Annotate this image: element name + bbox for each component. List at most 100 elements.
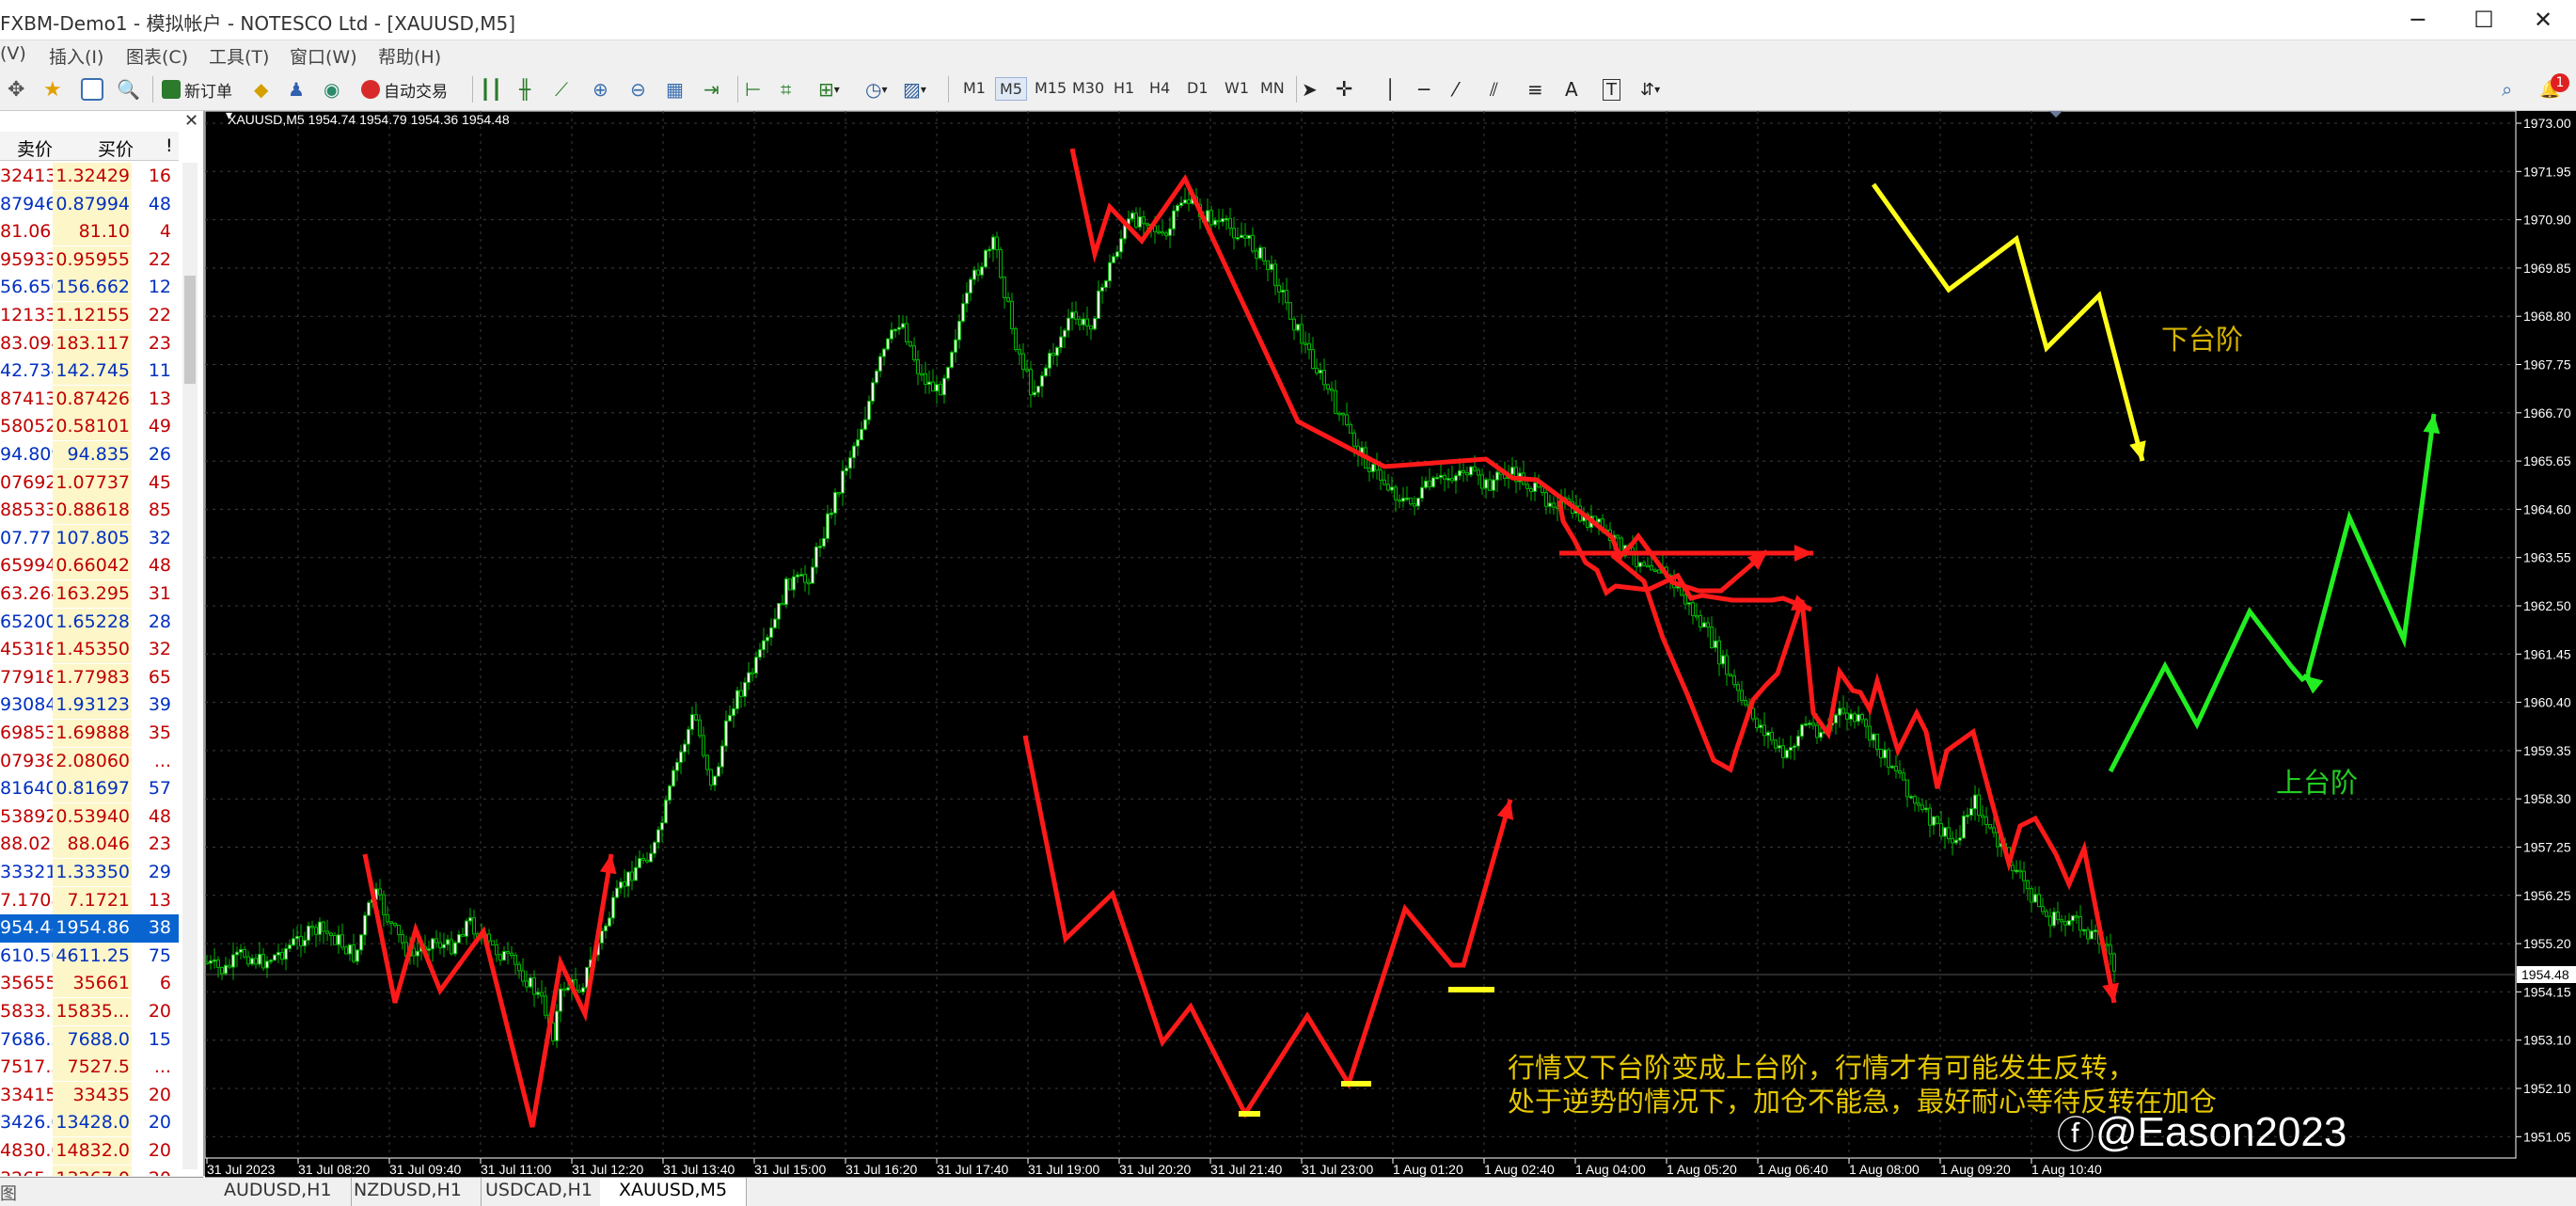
market-watch-row[interactable]: 07.773 107.805 32 xyxy=(0,524,179,553)
market-watch-row[interactable]: 610.50 4611.25 75 xyxy=(0,942,179,971)
market-watch-row[interactable]: 45318 1.45350 32 xyxy=(0,636,179,664)
market-watch-row[interactable]: 7686.5 7688.0 15 xyxy=(0,1025,179,1055)
chart-window[interactable]: 1973.00 1971.95 1970.90 1969.85 1968.80 1967.… xyxy=(204,107,2576,1177)
tab-usdcad[interactable]: USDCAD,H1 xyxy=(466,1178,612,1206)
bid-header[interactable]: 卖价 xyxy=(17,135,53,161)
arrows-button[interactable]: ⇵ ▾ xyxy=(1640,75,1660,103)
market-watch-row[interactable]: 3426.0 13428.0 20 xyxy=(0,1109,179,1137)
market-watch-row[interactable]: 63.264 163.295 31 xyxy=(0,580,179,609)
templates-button[interactable]: ⊞ ▾ xyxy=(818,75,840,103)
market-watch-row[interactable]: 7517.5 7527.5... xyxy=(0,1054,179,1082)
new-order-button[interactable]: 新订单 xyxy=(162,75,232,103)
line-chart-button[interactable]: ⟋ xyxy=(555,75,568,103)
ask-header[interactable]: 买价 xyxy=(98,135,134,161)
timeframe-m5[interactable]: M5 xyxy=(995,77,1027,101)
market-watch-row[interactable]: 58052 0.58101 49 xyxy=(0,413,179,441)
auto-trading-button[interactable]: 自动交易 xyxy=(361,75,448,103)
horizontal-line-button[interactable]: ─ xyxy=(1418,75,1430,103)
minimize-button[interactable]: ─ xyxy=(2385,0,2451,40)
market-watch-row[interactable]: 12133 1.12155 22 xyxy=(0,302,179,330)
text-button[interactable]: A xyxy=(1565,75,1578,103)
zoom-out-button[interactable]: ⊖ xyxy=(630,75,646,103)
timeframe-d1[interactable]: D1 xyxy=(1183,77,1212,99)
market-watch-row[interactable]: 56.650 156.662 12 xyxy=(0,274,179,302)
market-watch-row[interactable]: 5833... 15835... 20 xyxy=(0,998,179,1026)
objects-button[interactable]: ▨ ▾ xyxy=(903,75,926,103)
vertical-line-button[interactable]: │ xyxy=(1384,75,1396,103)
market-watch-row[interactable]: 4830.0 14832.0 20 xyxy=(0,1137,179,1166)
maximize-button[interactable]: ☐ xyxy=(2451,0,2517,40)
search-button[interactable]: ⌕ xyxy=(2502,75,2512,103)
timeframe-h4[interactable]: H4 xyxy=(1146,77,1174,99)
market-watch-row[interactable]: 65200 1.65228 28 xyxy=(0,608,179,637)
indicators-button[interactable]: ⌗ xyxy=(781,75,791,103)
market-watch-row[interactable]: 81.06 81.10 4 xyxy=(0,218,179,246)
market-watch-close-icon[interactable]: ✕ xyxy=(184,111,198,131)
fibonacci-button[interactable]: ≡ xyxy=(1527,75,1543,103)
market-button[interactable]: ◉ xyxy=(324,75,340,103)
favorites-button[interactable]: ★ xyxy=(43,75,62,103)
market-watch-row[interactable]: 88.023 88.046 23 xyxy=(0,831,179,859)
timeframe-h1[interactable]: H1 xyxy=(1110,77,1138,99)
signals-button[interactable]: ♟ xyxy=(288,75,305,103)
chart-canvas[interactable]: 1973.00 1971.95 1970.90 1969.85 1968.80 1967.… xyxy=(204,107,2576,1177)
market-watch-button[interactable] xyxy=(81,75,103,103)
market-watch-row[interactable]: 94.809 94.835 26 xyxy=(0,441,179,469)
market-watch-row[interactable]: 95933 0.95955 22 xyxy=(0,246,179,275)
menu-tools[interactable]: 工具(T) xyxy=(209,43,269,69)
menu-window[interactable]: 窗口(W) xyxy=(290,43,357,69)
tab-audusd[interactable]: AUDUSD,H1 xyxy=(205,1178,352,1206)
market-watch-row[interactable]: 88533 0.88618 85 xyxy=(0,497,179,525)
market-watch-row[interactable]: 65994 0.66042 48 xyxy=(0,552,179,580)
market-watch-row[interactable]: 07692 1.07737 45 xyxy=(0,468,179,498)
market-watch-row[interactable]: 42.734 142.745 11 xyxy=(0,357,179,386)
close-button[interactable]: ✕ xyxy=(2510,0,2576,40)
candle-chart-button[interactable]: ╫ xyxy=(519,75,530,103)
spread-header[interactable]: ! xyxy=(166,135,173,156)
market-watch-row[interactable]: 32413 1.32429 16 xyxy=(0,163,179,191)
timeframe-mn[interactable]: MN xyxy=(1256,77,1288,99)
market-watch-row[interactable]: 87946 0.87994 48 xyxy=(0,190,179,219)
market-watch-row[interactable]: 87413 0.87426 13 xyxy=(0,385,179,414)
timeframe-m1[interactable]: M1 xyxy=(959,77,989,99)
market-watch-row[interactable]: 07938 2.08060... xyxy=(0,747,179,776)
autoscroll-button[interactable]: ⇥ xyxy=(703,75,719,103)
timeframe-w1[interactable]: W1 xyxy=(1221,77,1253,99)
bar-chart-button[interactable]: ┃┃ xyxy=(480,75,502,103)
market-watch-row[interactable]: 83.094 183.117 23 xyxy=(0,329,179,358)
trendline-button[interactable]: ⁄ xyxy=(1454,75,1457,103)
menu-charts[interactable]: 图表(C) xyxy=(126,43,188,69)
market-watch-row[interactable]: 35655 35661 6 xyxy=(0,970,179,998)
market-watch-row[interactable]: 3265.013267.0 20 xyxy=(0,1165,179,1176)
cursor-tool-button[interactable]: ➤ xyxy=(1302,75,1318,103)
market-watch-row[interactable]: 93084 1.93123 39 xyxy=(0,691,179,720)
market-watch-row[interactable]: 7.1708 7.1721 13 xyxy=(0,886,179,915)
menu-help[interactable]: 帮助(H) xyxy=(378,43,441,69)
market-watch-row[interactable]: 69853 1.69888 35 xyxy=(0,720,179,748)
market-watch-row[interactable]: 53892 0.53940 48 xyxy=(0,802,179,832)
menu-view[interactable]: (V) xyxy=(0,43,26,64)
market-watch-row[interactable]: 33321 1.33350 29 xyxy=(0,859,179,887)
market-watch-scrollbar[interactable] xyxy=(182,163,198,1169)
tile-windows-button[interactable]: ▦ xyxy=(666,75,684,103)
metaeditor-button[interactable]: ◆ xyxy=(254,75,268,103)
zoom-in-button[interactable]: ⊕ xyxy=(593,75,608,103)
crosshair-button[interactable]: ✛ xyxy=(1335,75,1352,103)
crosshair-tool-button[interactable]: ✥ xyxy=(8,75,24,103)
menu-insert[interactable]: 插入(I) xyxy=(49,43,103,69)
tab-nzdusd[interactable]: NZDUSD,H1 xyxy=(335,1178,482,1206)
scrollbar-thumb[interactable] xyxy=(184,276,196,384)
navigator-button[interactable]: 🔍 xyxy=(117,75,140,103)
tab-xauusd[interactable]: XAUUSD,M5 xyxy=(600,1178,748,1206)
market-watch-row[interactable]: 33415 33435 20 xyxy=(0,1081,179,1110)
channel-button[interactable]: ⫽ xyxy=(1490,75,1498,103)
market-watch-row[interactable]: 81640 0.81697 57 xyxy=(0,775,179,803)
market-watch-row[interactable]: 77918 1.77983 65 xyxy=(0,663,179,692)
timeframe-m15[interactable]: M15 xyxy=(1031,77,1070,99)
notifications-button[interactable]: 🔔 1 xyxy=(2539,73,2569,103)
periods-button[interactable]: ◷ ▾ xyxy=(865,75,887,103)
chart-shift-button[interactable]: ⊢ xyxy=(745,75,761,103)
text-label-button[interactable]: T xyxy=(1603,75,1620,103)
timeframe-m30[interactable]: M30 xyxy=(1068,77,1108,99)
market-watch-row[interactable]: 954.48 1954.86 38 xyxy=(0,914,179,943)
